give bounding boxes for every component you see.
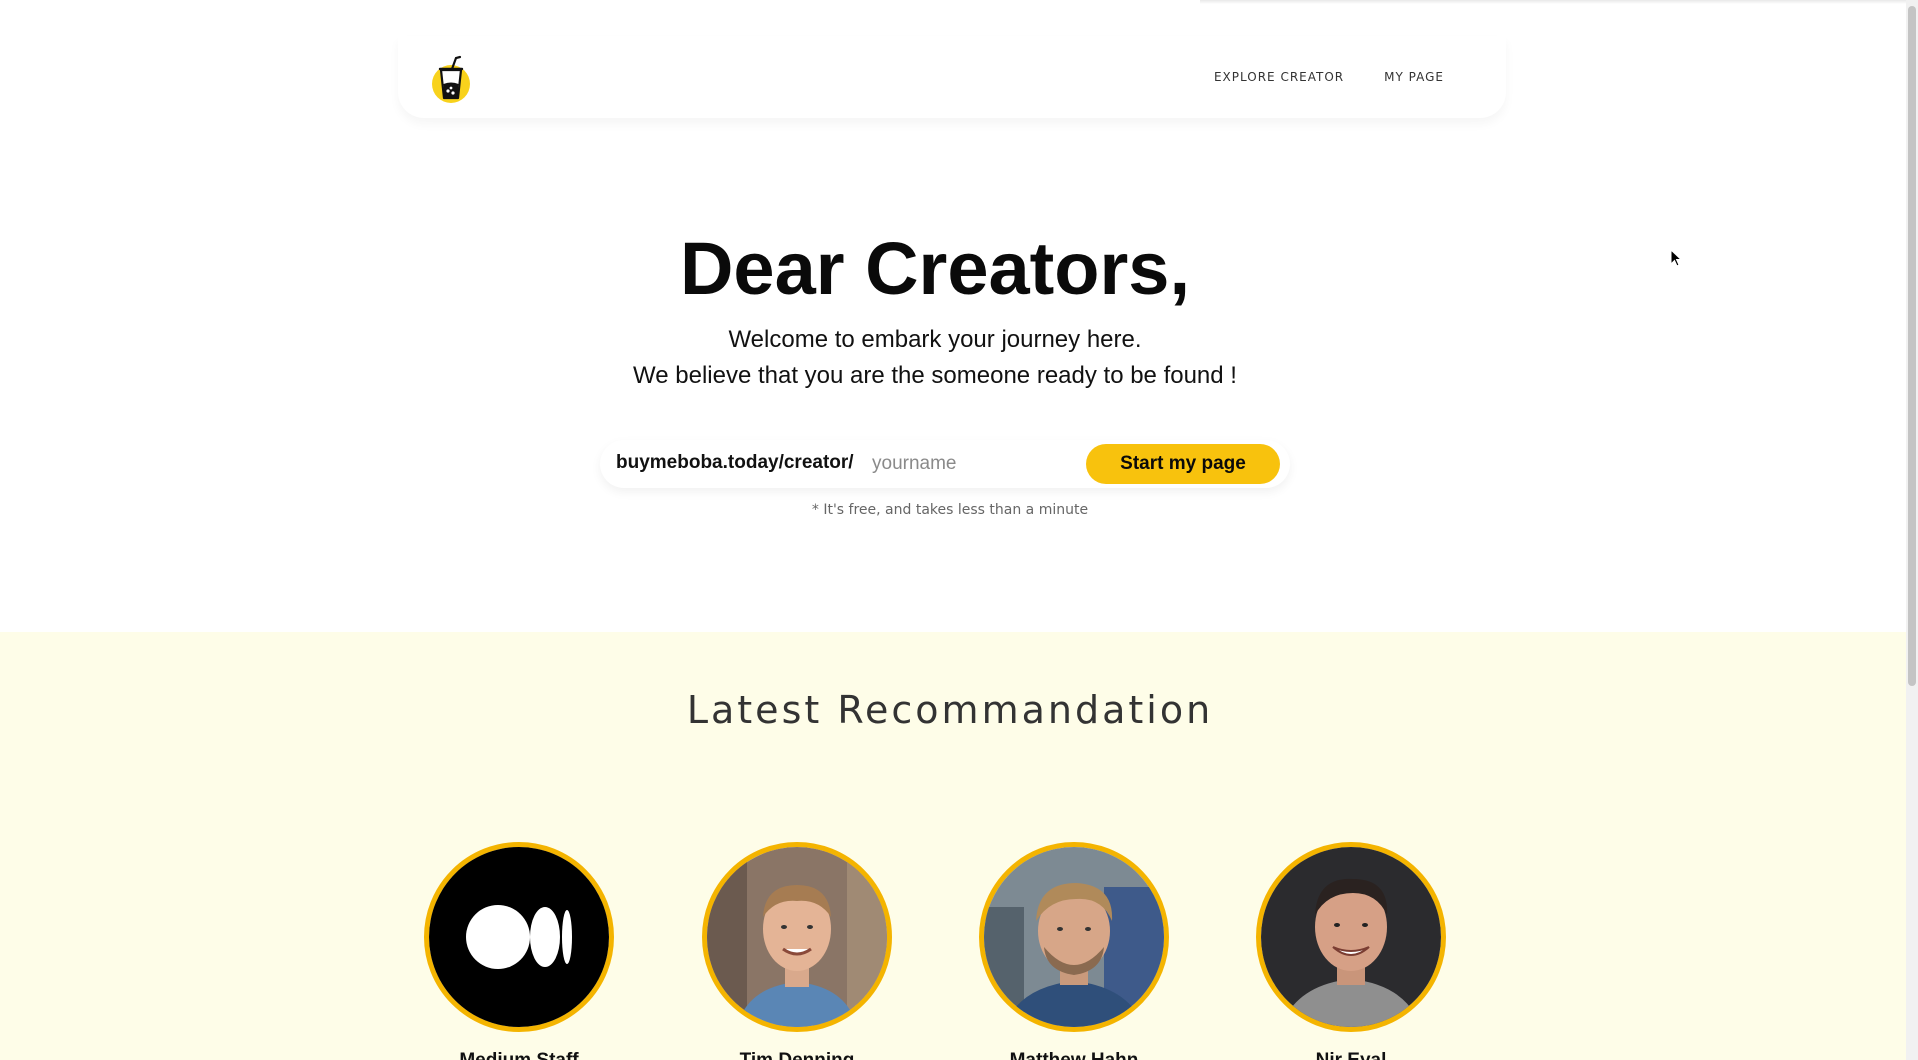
latest-recommendation-section: Latest Recommandation Medium Staff [0,632,1906,1060]
creator-signup-form: buymeboba.today/creator/ Start my page [600,440,1290,488]
creator-card[interactable]: Medium Staff [424,842,614,1060]
hero-line-2: We believe that you are the someone read… [633,362,1237,389]
creator-name[interactable]: Matthew Hahn [979,1050,1169,1060]
nav-explore-creator[interactable]: EXPLORE CREATOR [1214,70,1344,84]
creator-name[interactable]: Medium Staff [424,1050,614,1060]
mouse-cursor-icon [1670,248,1683,272]
boba-logo-icon[interactable] [430,54,472,104]
start-my-page-button[interactable]: Start my page [1086,444,1280,484]
creator-card[interactable]: Matthew Hahn [979,842,1169,1060]
page: EXPLORE CREATOR MY PAGE Dear Creators, W… [0,0,1918,1060]
hero-title: Dear Creators, [679,227,1190,310]
hero-line-1: Welcome to embark your journey here. [728,326,1142,353]
person-photo-icon[interactable] [1256,842,1446,1032]
navbar: EXPLORE CREATOR MY PAGE [398,36,1506,118]
scrollbar-thumb[interactable] [1908,6,1916,686]
creator-card[interactable]: Nir Eyal [1256,842,1446,1060]
person-photo-icon[interactable] [979,842,1169,1032]
creator-card[interactable]: Tim Denning [702,842,892,1060]
url-prefix: buymeboba.today/creator/ [616,452,854,473]
top-shadow [1200,0,1918,4]
person-photo-icon[interactable] [702,842,892,1032]
hero-subtitle: Welcome to embark your journey here. We … [0,322,1870,394]
nav-my-page[interactable]: MY PAGE [1384,70,1444,84]
creator-name[interactable]: Nir Eyal [1256,1050,1446,1060]
medium-logo-icon[interactable] [424,842,614,1032]
section-title: Latest Recommandation [686,688,1214,732]
signup-note: * It's free, and takes less than a minut… [811,502,1089,518]
creator-name[interactable]: Tim Denning [702,1050,892,1060]
vertical-scrollbar[interactable] [1906,0,1918,1060]
username-input[interactable] [870,448,1074,480]
main-nav: EXPLORE CREATOR MY PAGE [1214,70,1444,84]
